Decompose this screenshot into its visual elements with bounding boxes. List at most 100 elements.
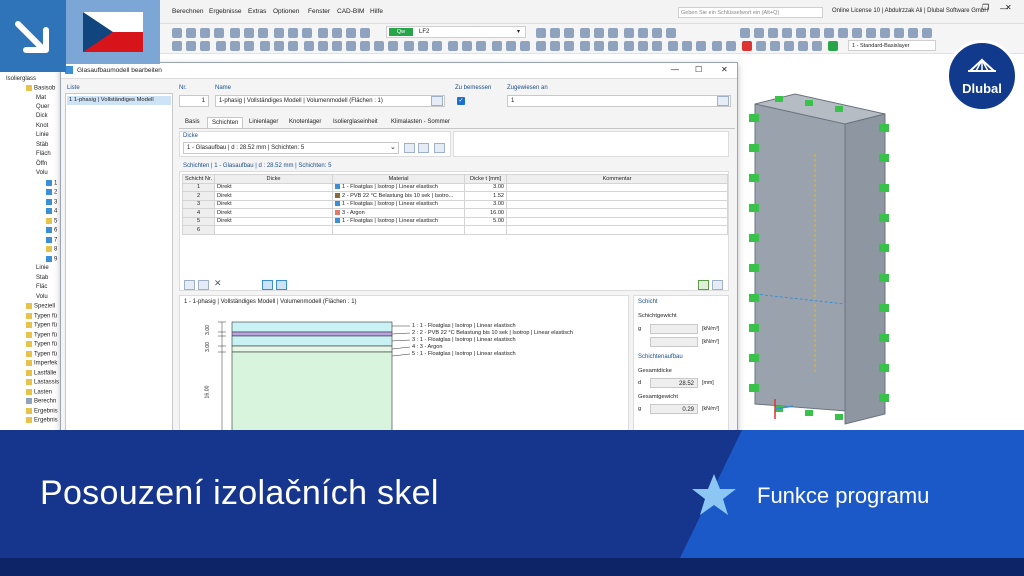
cell-type[interactable]: Direkt — [214, 199, 334, 209]
tab-klimalasten-sommer[interactable]: Klimalasten - Sommer — [387, 117, 454, 128]
menu-extras[interactable]: Extras — [248, 8, 266, 15]
table-row[interactable]: 6 — [181, 225, 728, 235]
restore-icon[interactable]: ❐ — [982, 3, 989, 12]
toolbar-icon[interactable] — [346, 41, 356, 51]
toolbar-icon[interactable] — [244, 28, 254, 38]
cell-t[interactable]: 3.00 — [464, 199, 508, 209]
tree-item[interactable]: Fläch — [36, 151, 51, 157]
cell-material-wrap[interactable]: 2 - PVB 22 °C Belastung bis 10 sek | Iso… — [332, 191, 466, 201]
toolbar-icon[interactable] — [244, 41, 254, 51]
toolbar-icon[interactable] — [754, 28, 764, 38]
assigned-field[interactable]: 1 — [507, 95, 731, 107]
tab-knotenlager[interactable]: Knotenlager — [285, 117, 325, 128]
toolbar-icon[interactable] — [594, 28, 604, 38]
cell-material-wrap[interactable]: 1 - Floatglas | Isotrop | Linear elastis… — [332, 182, 466, 192]
toolbar-icon[interactable] — [506, 41, 516, 51]
toolbar-icon[interactable] — [230, 41, 240, 51]
cell-material-wrap[interactable] — [332, 225, 466, 235]
toolbar-icon[interactable] — [564, 28, 574, 38]
nr-field[interactable]: 1 — [179, 95, 209, 107]
cell-comment[interactable] — [506, 191, 728, 201]
tree-item[interactable]: Fläc — [36, 284, 47, 290]
tree-item[interactable]: Typen fü — [34, 342, 57, 348]
tab-basis[interactable]: Basis — [181, 117, 204, 128]
tree-item[interactable]: 3 — [54, 200, 57, 206]
toolbar-icon[interactable] — [536, 41, 546, 51]
tree-item[interactable]: Quer — [36, 104, 49, 110]
thickness-select[interactable]: 1 - Glasaufbau | d : 28.52 mm | Schichte… — [183, 142, 399, 154]
toolbar-icon[interactable] — [652, 41, 662, 51]
cell-type[interactable]: Direkt — [214, 191, 334, 201]
cell-comment[interactable] — [506, 216, 728, 226]
toolbar-icon[interactable] — [638, 41, 648, 51]
model-list[interactable]: 1 1-phasig | Vollständiges Modell — [65, 93, 173, 433]
toolbar-icon[interactable] — [828, 41, 838, 51]
toolbar-icon[interactable] — [476, 41, 486, 51]
tree-item[interactable]: Typen fü — [34, 333, 57, 339]
toolbar-icon[interactable] — [784, 41, 794, 51]
cell-material-wrap[interactable]: 1 - Floatglas | Isotrop | Linear elastis… — [332, 216, 466, 226]
tree-item[interactable]: Mat — [36, 95, 46, 101]
toolbar-icon[interactable] — [172, 28, 182, 38]
tree-item[interactable]: 9 — [54, 257, 57, 263]
toolbar-icon[interactable] — [770, 41, 780, 51]
tree-item[interactable]: 7 — [54, 238, 57, 244]
cell-t[interactable]: 5.00 — [464, 216, 508, 226]
design-checkbox[interactable]: ✓ — [457, 97, 465, 105]
tree-item[interactable]: Linie — [36, 132, 49, 138]
toolbar-icon[interactable] — [908, 28, 918, 38]
toolbar-icon[interactable] — [374, 41, 384, 51]
tree-item[interactable]: Stab — [36, 275, 48, 281]
menu-cad-bim[interactable]: CAD-BIM — [337, 8, 364, 15]
toolbar-icon[interactable] — [448, 41, 458, 51]
cell-t[interactable]: 1.52 — [464, 191, 508, 201]
tree-item[interactable]: Speziell — [34, 304, 55, 310]
toolbar-icon[interactable] — [796, 28, 806, 38]
menu-ergebnisse[interactable]: Ergebnisse — [209, 8, 242, 15]
toolbar-icon[interactable] — [214, 28, 224, 38]
edit-icon[interactable] — [431, 96, 443, 106]
tree-item[interactable]: Typen fü — [34, 314, 57, 320]
toolbar-icon[interactable] — [810, 28, 820, 38]
sort-icon[interactable] — [262, 280, 273, 290]
toolbar-icon[interactable] — [260, 41, 270, 51]
cell-material-wrap[interactable]: 3 - Argon — [332, 208, 466, 218]
toolbar-icon[interactable] — [172, 41, 182, 51]
toolbar-icon[interactable] — [740, 28, 750, 38]
load-case-select[interactable]: Qw LF2 ▾ — [386, 26, 526, 38]
toolbar-icon[interactable] — [318, 41, 328, 51]
select-icon[interactable] — [717, 96, 729, 106]
toolbar-icon[interactable] — [838, 28, 848, 38]
cell-comment[interactable] — [506, 208, 728, 218]
tree-item[interactable]: Lasten — [34, 390, 52, 396]
list-item[interactable]: 1 1-phasig | Vollständiges Modell — [67, 96, 171, 105]
close-icon[interactable]: ✕ — [1005, 3, 1012, 12]
tree-item[interactable]: Volu — [36, 170, 48, 176]
toolbar-icon[interactable] — [230, 28, 240, 38]
navigator-project[interactable]: Isolierglass — [6, 76, 36, 82]
table-row[interactable]: 4 Direkt 3 - Argon 16.00 — [181, 208, 728, 218]
toolbar-icon[interactable] — [186, 28, 196, 38]
tab-schichten[interactable]: Schichten — [207, 117, 244, 128]
table-row[interactable]: 5 Direkt 1 - Floatglas | Isotrop | Linea… — [181, 216, 728, 226]
tree-item[interactable]: Typen fü — [34, 352, 57, 358]
cell-comment[interactable] — [506, 182, 728, 192]
tree-item[interactable]: 1 — [54, 181, 57, 187]
tree-item[interactable]: Knot — [36, 123, 48, 129]
tree-item[interactable]: Stäb — [36, 142, 48, 148]
toolbar-icon[interactable] — [550, 28, 560, 38]
tree-item[interactable]: Ergebnis — [34, 418, 58, 424]
toolbar-icon[interactable] — [812, 41, 822, 51]
cell-t[interactable]: 3.00 — [464, 182, 508, 192]
copy-row-icon[interactable] — [198, 280, 209, 290]
tree-item[interactable]: Lastassis — [34, 380, 59, 386]
insert-row-icon[interactable] — [184, 280, 195, 290]
edit-icon[interactable] — [434, 143, 445, 153]
toolbar-icon[interactable] — [726, 41, 736, 51]
tree-item[interactable]: Volu — [36, 294, 48, 300]
new-icon[interactable] — [404, 143, 415, 153]
menu-hilfe[interactable]: Hilfe — [370, 8, 383, 15]
table-row[interactable]: 1 Direkt 1 - Floatglas | Isotrop | Linea… — [181, 182, 728, 192]
chevron-down-icon[interactable]: ⌄ — [390, 143, 396, 151]
menu-optionen[interactable]: Optionen — [273, 8, 299, 15]
